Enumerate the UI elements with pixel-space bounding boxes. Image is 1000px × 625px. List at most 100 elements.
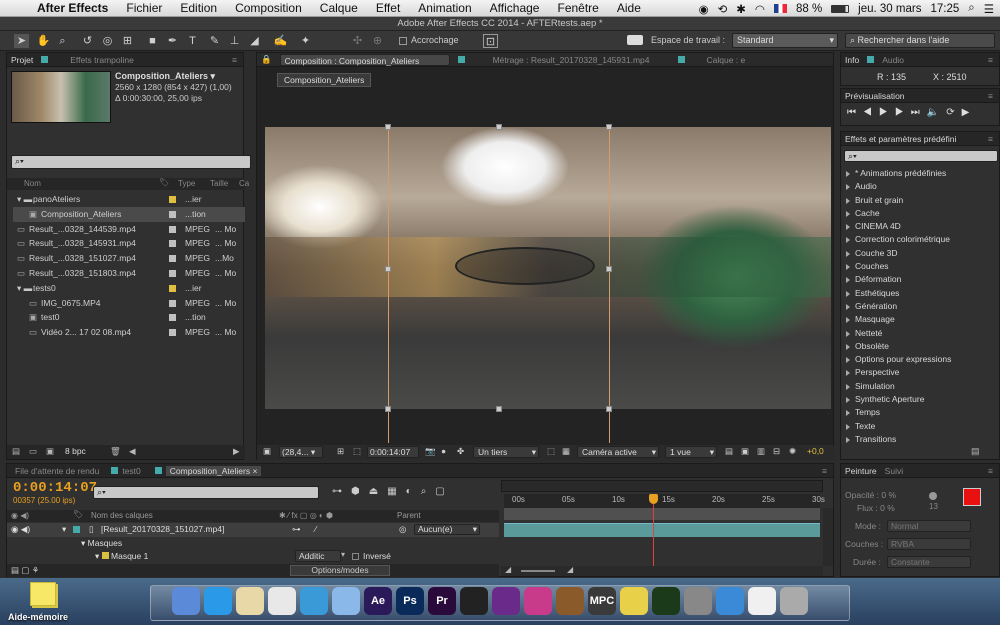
transform-handle[interactable] xyxy=(496,406,502,412)
panel-menu-icon[interactable]: ≡ xyxy=(988,91,993,101)
new-comp-icon[interactable]: ▣ xyxy=(46,446,54,457)
roto-tool-icon[interactable]: ✍ xyxy=(273,34,288,48)
audio-icon[interactable]: 🔈 xyxy=(927,107,946,118)
project-search-input[interactable]: ⌕▾ xyxy=(11,155,251,169)
wifi-icon[interactable]: ◠ xyxy=(755,2,765,16)
pen-tool-icon[interactable]: ✒ xyxy=(165,34,180,48)
effect-category[interactable]: Couche 3D xyxy=(841,247,989,260)
transform-handle[interactable] xyxy=(606,406,612,412)
hand-tool-icon[interactable]: ✋ xyxy=(36,34,51,48)
effect-category[interactable]: Bruit et grain xyxy=(841,194,989,207)
axis-icon[interactable]: ✣ xyxy=(350,34,365,48)
inverse-checkbox[interactable] xyxy=(352,553,359,560)
effect-category[interactable]: CINEMA 4D xyxy=(841,220,989,233)
battery-percent[interactable]: 88 % xyxy=(796,3,822,15)
scroll-right-icon[interactable]: ▶ xyxy=(233,446,240,457)
label-col-icon[interactable]: 🏷 xyxy=(159,178,169,187)
paint-mode-select[interactable]: Normal xyxy=(887,520,971,532)
motion-blur-icon[interactable]: ◐ xyxy=(406,486,421,497)
safe-zones-icon[interactable]: ⊞ xyxy=(337,446,344,457)
menu-edition[interactable]: Edition xyxy=(171,1,226,15)
brush-tool-icon[interactable]: ✎ xyxy=(207,34,222,48)
effect-category[interactable]: Audio xyxy=(841,180,989,193)
layer-visibility-icon[interactable]: ◉ ◀) xyxy=(11,524,30,535)
panel-menu-icon[interactable]: ≡ xyxy=(988,466,993,476)
dock-monitor-icon[interactable] xyxy=(652,587,680,615)
label-color-chip[interactable] xyxy=(169,284,176,292)
frame-blending-icon[interactable]: ▦ xyxy=(387,486,405,497)
menu-affichage[interactable]: Affichage xyxy=(481,1,549,15)
snap-checkbox[interactable] xyxy=(399,37,407,45)
effect-category[interactable]: Temps xyxy=(841,406,989,419)
col-ca[interactable]: Ca xyxy=(239,179,249,188)
selection-tool-icon[interactable]: ➤ xyxy=(14,34,29,48)
camera-tool-icon[interactable]: ◎ xyxy=(100,34,115,48)
work-area-range[interactable] xyxy=(504,508,820,520)
comp-breadcrumb[interactable]: Composition_Ateliers xyxy=(277,73,372,87)
timeline-icon[interactable]: ▥ xyxy=(757,446,765,457)
panel-menu-icon[interactable]: ≡ xyxy=(988,55,993,65)
col-parent[interactable]: Parent xyxy=(397,511,421,520)
effect-category[interactable]: Cache xyxy=(841,207,989,220)
tab-timeline-comp[interactable]: Composition_Ateliers × xyxy=(165,465,262,476)
effect-category[interactable]: Esthétiques xyxy=(841,287,989,300)
desktop-note-label[interactable]: Aide-mémoire xyxy=(8,612,68,622)
layer-name[interactable]: [Result_20170328_151027.mp4] xyxy=(101,524,224,534)
vr-icon[interactable] xyxy=(627,35,643,45)
project-item[interactable]: ▾ ▬ tests0 ...ier xyxy=(13,281,245,296)
hide-shy-icon[interactable]: ⏏ xyxy=(369,486,387,497)
dock-ae-icon[interactable]: Ae xyxy=(364,587,392,615)
project-item[interactable]: ▣ test0 ...tion xyxy=(13,310,245,325)
zoom-tool-icon[interactable]: ⌕ xyxy=(55,34,70,48)
ram-preview-icon[interactable]: ▶ xyxy=(962,107,977,118)
preview-title[interactable]: Prévisualisation xyxy=(845,91,905,101)
shy-icon[interactable]: ⊶ xyxy=(292,524,301,535)
timeline-timecode[interactable]: 0:00:14:07 xyxy=(13,480,97,496)
foreground-color-swatch[interactable] xyxy=(963,488,981,506)
menu-aide[interactable]: Aide xyxy=(608,1,650,15)
project-item[interactable]: ▭ Vidéo 2... 17 02 08.mp4 MPEG ... Mo xyxy=(13,325,245,340)
tab-info[interactable]: Info xyxy=(845,55,859,65)
col-size[interactable]: Taille xyxy=(210,179,228,188)
expand-triangle-icon[interactable]: ▾ xyxy=(81,538,88,548)
tab-projet[interactable]: Projet xyxy=(11,55,33,65)
zoom-in-icon[interactable]: ◢ xyxy=(567,565,573,574)
notification-center-icon[interactable]: ☰ xyxy=(984,2,994,16)
menu-effet[interactable]: Effet xyxy=(367,1,409,15)
work-area-bar[interactable] xyxy=(501,480,823,492)
playhead[interactable] xyxy=(653,494,654,572)
tab-audio[interactable]: Audio xyxy=(882,55,904,65)
effect-category[interactable]: Obsolète xyxy=(841,340,989,353)
exposure-value[interactable]: +0,0 xyxy=(807,446,824,456)
timeline-search-input[interactable]: ⌕▾ xyxy=(93,486,319,499)
scroll-left-icon[interactable]: ◀ xyxy=(129,446,136,457)
toggle-pixel-icon[interactable]: ▤ xyxy=(725,446,733,457)
show-channel-icon[interactable]: ● xyxy=(441,446,446,456)
axis-world-icon[interactable]: ⊕ xyxy=(370,34,385,48)
tab-suivi[interactable]: Suivi xyxy=(885,466,903,476)
layer-duration-bar[interactable] xyxy=(504,523,820,537)
paint-duration-select[interactable]: Constante xyxy=(887,556,971,568)
tab-calque[interactable]: Calque : e xyxy=(707,55,746,65)
label-col-icon[interactable]: 🏷 xyxy=(73,510,83,519)
effect-category[interactable]: Synthetic Aperture xyxy=(841,393,989,406)
mask-color-chip[interactable] xyxy=(101,552,109,559)
col-name[interactable]: Nom xyxy=(24,179,41,188)
next-frame-icon[interactable]: ▶ xyxy=(895,107,911,118)
time-ruler[interactable]: 00s 05s 10s 15s 20s 25s 30s xyxy=(504,494,825,508)
effect-category[interactable]: Simulation xyxy=(841,380,989,393)
guide-line-left[interactable] xyxy=(388,127,389,443)
effect-category[interactable]: Couches xyxy=(841,260,989,273)
draft-3d-icon[interactable]: ⬢ xyxy=(351,486,369,497)
transparency-grid-icon[interactable]: ▦ xyxy=(562,446,570,457)
transform-handle[interactable] xyxy=(606,124,612,130)
skype-status-icon[interactable]: ◉ xyxy=(699,2,709,16)
dock-doc-icon[interactable] xyxy=(748,587,776,615)
dock-finder-icon[interactable] xyxy=(172,587,200,615)
label-color-chip[interactable] xyxy=(169,314,176,322)
effect-category[interactable]: Texte xyxy=(841,420,989,433)
quality-icon[interactable]: ⁄ xyxy=(315,524,316,534)
trash-icon[interactable]: 🗑 xyxy=(110,446,121,457)
mask-1-row[interactable]: ▾ Masque 1 xyxy=(95,551,148,562)
effect-category[interactable]: Options pour expressions xyxy=(841,353,989,366)
